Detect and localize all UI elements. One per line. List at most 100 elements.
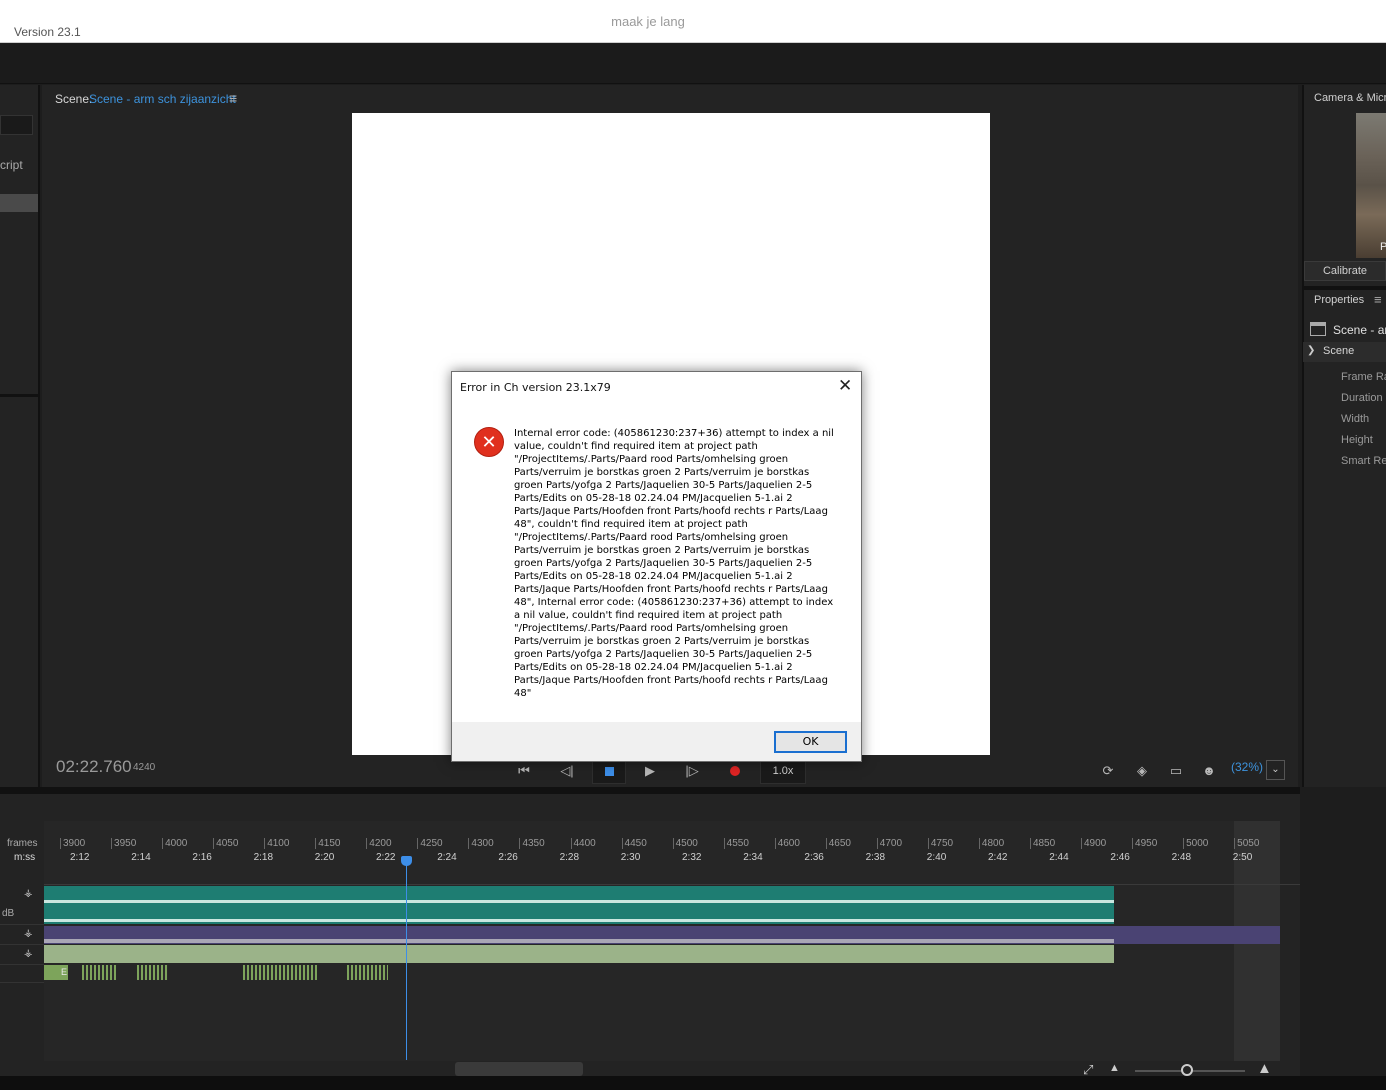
ok-button[interactable]: OK	[774, 731, 847, 753]
track-divider	[0, 924, 44, 925]
property-width: Width	[1341, 413, 1370, 425]
playhead[interactable]	[406, 862, 407, 1060]
first-frame-icon[interactable]: ⏮	[514, 761, 534, 781]
face-tracking-icon[interactable]: ☻	[1199, 761, 1219, 781]
scene-name-link[interactable]: Scene - arm sch zijaanzicht	[89, 92, 236, 106]
properties-scene-name: Scene - ar	[1333, 323, 1386, 337]
timeline-zoom-knob[interactable]	[1181, 1064, 1193, 1076]
frame-tick: 5050	[1234, 838, 1259, 849]
clapperboard-icon	[1310, 322, 1326, 336]
time-tick: 2:42	[988, 852, 1008, 863]
frame-tick: 4950	[1132, 838, 1157, 849]
frame-tick: 4400	[570, 838, 596, 849]
time-tick: 2:18	[253, 852, 274, 863]
left-selected-row[interactable]	[0, 194, 38, 212]
loop-icon[interactable]: ⟳	[1098, 761, 1118, 781]
stream-icon[interactable]: ▭	[1166, 761, 1186, 781]
left-search-field[interactable]	[0, 115, 33, 135]
track-divider	[0, 964, 44, 965]
zoom-out-icon[interactable]: ▲	[1109, 1062, 1120, 1074]
frame-tick: 4750	[927, 838, 953, 849]
right-lower-area	[1300, 787, 1386, 1076]
frame-tick: 4650	[825, 838, 851, 849]
playhead-handle[interactable]	[401, 856, 412, 866]
camera-panel-title: Camera & Micr	[1314, 92, 1386, 104]
marker-block[interactable]	[82, 965, 116, 980]
puppet-icon[interactable]: ◈	[1132, 761, 1152, 781]
marker-block[interactable]	[283, 965, 317, 980]
left-script-label[interactable]: cript	[0, 158, 23, 172]
dialog-footer: OK	[452, 722, 861, 761]
right-panel-divider[interactable]	[1304, 286, 1386, 290]
properties-menu-icon[interactable]: ≡	[1374, 292, 1382, 307]
track-toggle-icon[interactable]: ⚶	[24, 888, 33, 899]
frame-tick: 4350	[519, 838, 545, 849]
hamburger-menu-icon[interactable]: ≡	[229, 90, 237, 106]
dialog-title: Error in Ch version 23.1x79	[460, 381, 611, 394]
frame-tick: 3950	[111, 838, 136, 849]
zoom-dropdown-icon[interactable]: ⌄	[1266, 760, 1285, 780]
frame-tick: 4250	[417, 838, 443, 849]
error-dialog: Error in Ch version 23.1x79 ✕ ✕ Internal…	[451, 371, 862, 762]
property-smart-replace: Smart Re	[1341, 455, 1386, 467]
play-icon[interactable]: ▶	[640, 761, 660, 781]
time-tick: 2:34	[743, 852, 763, 863]
horizontal-scrollbar[interactable]	[455, 1062, 583, 1076]
left-panel-divider[interactable]	[0, 394, 40, 397]
marker-block[interactable]	[243, 965, 282, 980]
left-panel	[0, 85, 40, 787]
frame-tick: 4500	[672, 838, 698, 849]
prev-frame-icon[interactable]: ◁|	[557, 761, 577, 781]
marker-block[interactable]	[347, 965, 388, 980]
time-tick: 2:36	[804, 852, 824, 863]
frames-label: frames	[7, 838, 38, 849]
current-time: 02:22.760	[56, 757, 132, 776]
marker-e[interactable]: E	[44, 965, 68, 980]
marker-track[interactable]: E	[44, 965, 389, 980]
track-toggle-icon[interactable]: ⚶	[24, 948, 33, 959]
record-button[interactable]	[725, 761, 745, 781]
time-tick: 2:20	[314, 852, 335, 863]
close-icon[interactable]: ✕	[838, 376, 852, 396]
calibrate-button[interactable]: Calibrate	[1304, 261, 1386, 281]
track-divider	[0, 982, 44, 983]
frame-tick: 4100	[264, 838, 289, 849]
frame-tick: 4300	[468, 838, 494, 849]
frame-tick: 4150	[315, 838, 341, 849]
chevron-down-icon[interactable]: ❯	[1307, 345, 1315, 356]
track-toggle-icon[interactable]: ⚶	[24, 928, 33, 939]
frame-tick: 4000	[162, 838, 187, 849]
properties-section-label[interactable]: Scene	[1323, 345, 1354, 357]
audio-waveform	[44, 900, 1114, 903]
time-tick: 2:40	[926, 852, 947, 863]
time-tick: 2:48	[1171, 852, 1192, 863]
time-tick: 2:32	[682, 852, 702, 863]
puppet-track-bar	[44, 939, 1114, 943]
time-tick: 2:24	[437, 852, 457, 863]
timeline-divider[interactable]	[0, 787, 1300, 794]
property-duration: Duration	[1341, 392, 1383, 404]
time-tick: 2:44	[1049, 852, 1069, 863]
time-tick: 2:22	[376, 852, 396, 863]
frame-tick: 5000	[1183, 838, 1208, 849]
zoom-in-icon[interactable]: ▲	[1257, 1060, 1272, 1077]
camera-feed-letter: P	[1380, 241, 1386, 253]
time-tick: 2:38	[865, 852, 886, 863]
frame-tick: 4450	[621, 838, 647, 849]
frame-tick: 4900	[1081, 838, 1106, 849]
property-frame-rate: Frame Ra	[1341, 371, 1386, 383]
time-tick: 2:30	[620, 852, 641, 863]
trigger-track[interactable]	[44, 945, 1114, 963]
frame-tick: 4200	[366, 838, 392, 849]
track-divider	[0, 944, 44, 945]
marker-block[interactable]	[137, 965, 168, 980]
next-frame-icon[interactable]: |▷	[682, 761, 702, 781]
bottom-bar	[0, 1076, 1386, 1090]
frame-tick: 4850	[1029, 838, 1055, 849]
title-bar	[0, 44, 1386, 84]
scene-label: Scene:	[55, 92, 93, 106]
zoom-level[interactable]: (32%)	[1231, 760, 1263, 774]
frame-tick: 4050	[213, 838, 238, 849]
frame-tick: 4600	[774, 838, 800, 849]
audio-waveform	[44, 919, 1114, 922]
